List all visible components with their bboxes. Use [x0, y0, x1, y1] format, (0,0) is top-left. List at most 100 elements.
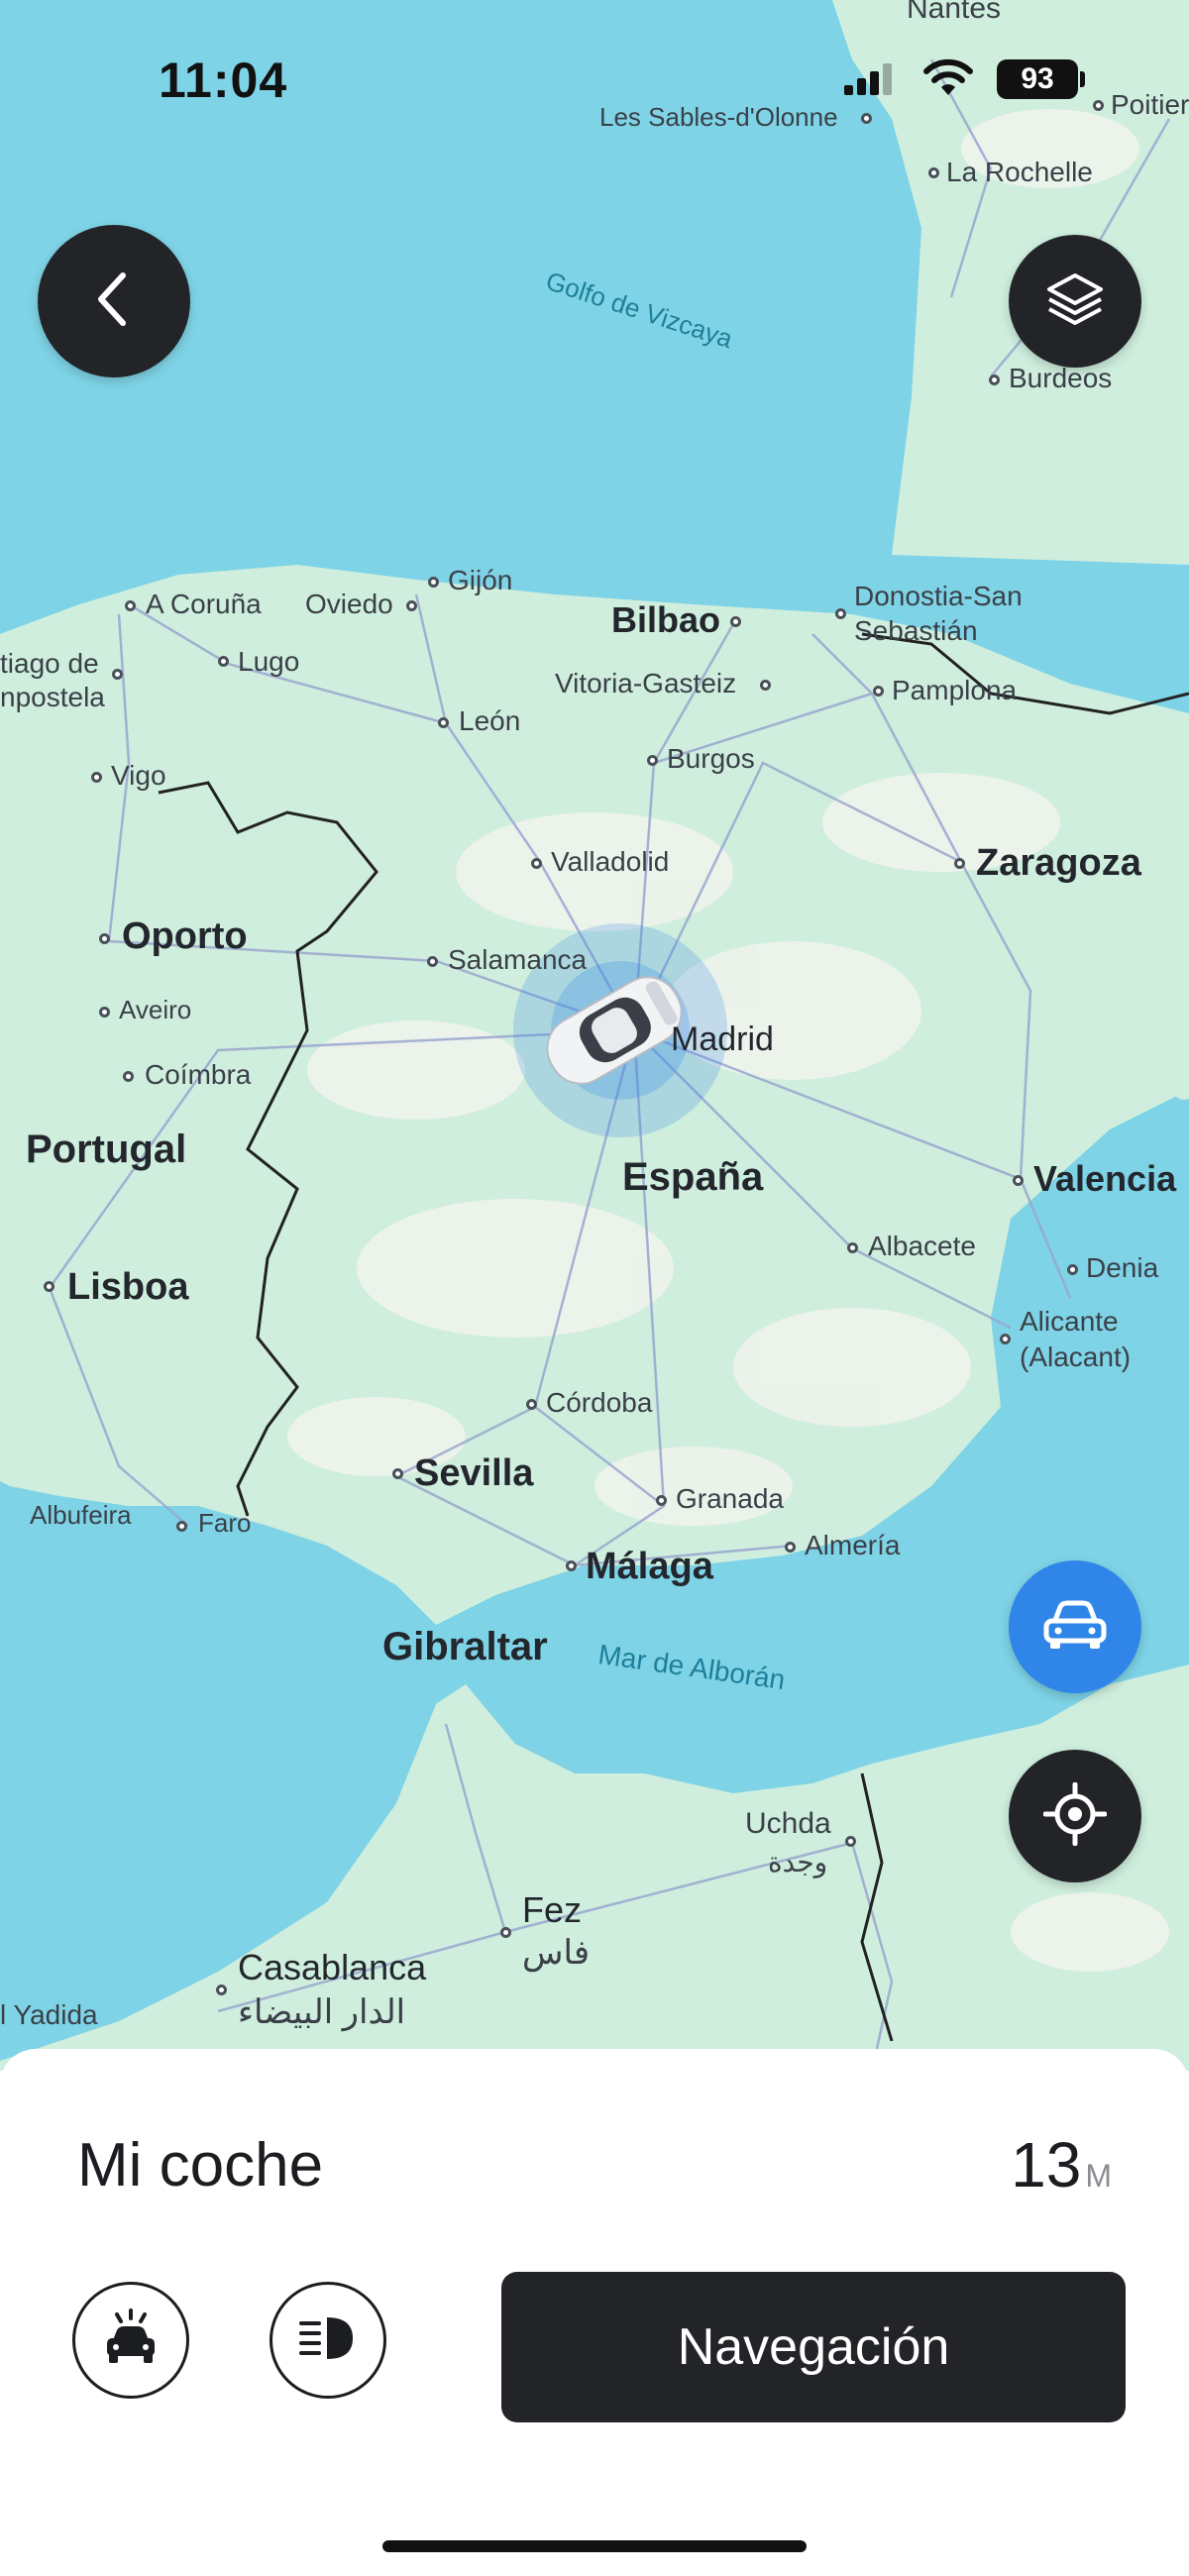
chevron-left-icon — [89, 269, 139, 334]
map-label: Burgos — [667, 743, 755, 774]
city-dot — [647, 755, 658, 766]
map-label: Burdeos — [1009, 363, 1113, 393]
city-dot — [112, 669, 123, 680]
map-label: l Yadida — [0, 1999, 98, 2030]
car-icon — [1040, 1595, 1110, 1660]
map-label: Aveiro — [119, 995, 192, 1024]
car-flash-icon — [99, 2308, 162, 2373]
city-dot — [954, 858, 965, 869]
map-label: A Coruña — [146, 589, 262, 619]
wifi-icon — [921, 57, 975, 97]
map-label: فاس — [522, 1934, 591, 1972]
crosshair-icon — [1042, 1781, 1108, 1851]
navigation-label: Navegación — [677, 2318, 950, 2376]
map-label: Denia — [1086, 1252, 1159, 1283]
city-dot — [845, 1836, 856, 1847]
city-dot — [656, 1495, 667, 1506]
map-label: Málaga — [586, 1546, 713, 1587]
city-dot — [216, 1985, 227, 1995]
map-label: Alicante — [1020, 1306, 1119, 1337]
city-dot — [500, 1927, 511, 1938]
map-label: Gijón — [448, 565, 513, 595]
battery-level: 93 — [1021, 62, 1054, 95]
status-bar: 11:04 93 — [0, 0, 1189, 149]
home-indicator[interactable] — [382, 2540, 807, 2552]
map-label: (Alacant) — [1020, 1342, 1132, 1372]
map-label: Vitoria-Gasteiz — [555, 668, 737, 698]
battery-cap — [1080, 71, 1085, 87]
map-label: وجدة — [768, 1847, 828, 1878]
map-label: Gibraltar — [382, 1625, 548, 1668]
city-dot — [847, 1242, 858, 1253]
city-dot — [91, 772, 102, 783]
map-label: Madrid — [671, 1020, 774, 1058]
city-dot — [531, 858, 542, 869]
city-dot — [1067, 1264, 1078, 1275]
city-dot — [125, 600, 136, 611]
vehicle-name: Mi coche — [77, 2131, 324, 2200]
map-label: Sevilla — [414, 1452, 534, 1494]
map-label: Sebastián — [854, 615, 978, 646]
status-time: 11:04 — [159, 53, 288, 108]
map-label: الدار البيضاء — [238, 1993, 406, 2031]
map-label: tiago de — [0, 648, 99, 679]
my-location-button[interactable] — [1009, 1750, 1141, 1882]
city-dot — [392, 1468, 403, 1479]
map-label: Almería — [805, 1530, 901, 1560]
city-dot — [989, 375, 1000, 385]
layers-icon — [1043, 268, 1107, 336]
map-label: España — [622, 1155, 764, 1199]
map-label: Fez — [522, 1889, 583, 1930]
battery-indicator: 93 — [997, 59, 1078, 99]
map-label: Vigo — [111, 760, 166, 791]
map-label: Albufeira — [30, 1500, 132, 1530]
map-label: Lisboa — [67, 1266, 189, 1308]
map-label: Lugo — [238, 646, 300, 677]
distance-unit: M — [1085, 2158, 1112, 2194]
map-label: Salamanca — [448, 944, 588, 975]
navigation-button[interactable]: Navegación — [501, 2272, 1126, 2422]
map-label: Donostia-San — [854, 581, 1023, 611]
map-label: Casablanca — [238, 1947, 427, 1987]
city-dot — [1013, 1175, 1024, 1186]
map-label: Oporto — [122, 915, 248, 957]
city-dot — [835, 608, 846, 619]
back-button[interactable] — [38, 225, 190, 377]
city-dot — [1000, 1334, 1011, 1344]
city-dot — [406, 600, 417, 611]
city-dot — [123, 1071, 134, 1082]
city-dot — [785, 1542, 796, 1553]
city-dot — [99, 933, 110, 944]
map-label: La Rochelle — [946, 157, 1093, 187]
city-dot — [99, 1007, 110, 1018]
map-label: Zaragoza — [976, 842, 1141, 884]
city-dot — [873, 686, 884, 697]
map-label: Bilbao — [611, 599, 721, 640]
flash-horn-button[interactable] — [72, 2282, 189, 2399]
map-label: Granada — [676, 1483, 784, 1514]
headlight-icon — [297, 2311, 359, 2370]
city-dot — [428, 577, 439, 588]
lights-button[interactable] — [270, 2282, 386, 2399]
map-label: Coímbra — [145, 1059, 252, 1090]
city-dot — [427, 956, 438, 967]
map-label: Faro — [198, 1508, 252, 1538]
signal-icon — [842, 61, 894, 97]
city-dot — [176, 1521, 187, 1532]
layers-button[interactable] — [1009, 235, 1141, 368]
city-dot — [526, 1399, 537, 1410]
city-dot — [218, 656, 229, 667]
locate-car-button[interactable] — [1009, 1560, 1141, 1693]
vehicle-distance: 13 M — [1011, 2128, 1112, 2201]
city-dot — [760, 680, 771, 691]
map-label: Pamplona — [892, 675, 1018, 705]
city-dot — [566, 1560, 577, 1571]
map-label: Oviedo — [305, 589, 393, 619]
map-label: Valencia — [1033, 1158, 1177, 1199]
map-label: Albacete — [868, 1231, 976, 1261]
map-label: Valladolid — [551, 846, 670, 877]
city-dot — [44, 1281, 54, 1292]
city-dot — [928, 167, 939, 178]
city-dot — [730, 616, 741, 627]
map-label: npostela — [0, 682, 105, 712]
